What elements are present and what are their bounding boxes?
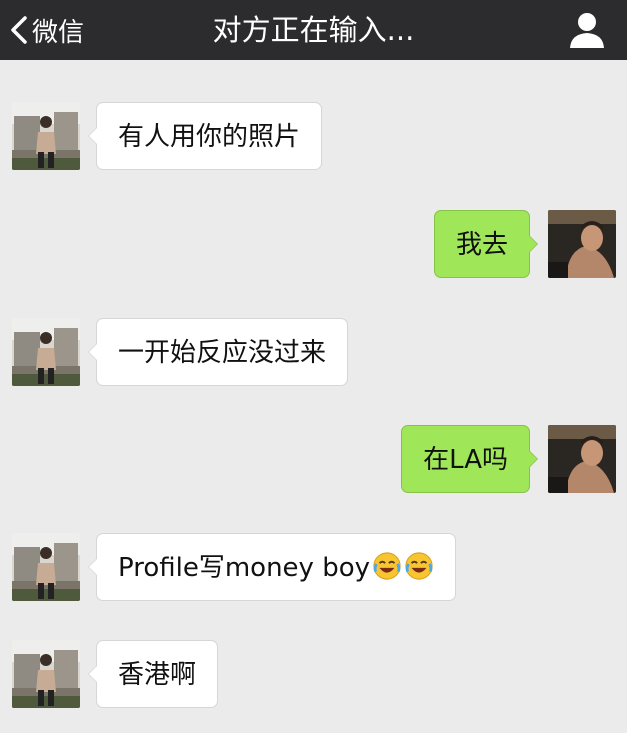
- contact-avatar[interactable]: [12, 640, 80, 708]
- message-text: 在LA吗: [423, 445, 508, 475]
- message-text: Profile写money boy: [118, 553, 371, 583]
- laughing-emoji-icon: [372, 551, 402, 581]
- contact-avatar[interactable]: [12, 318, 80, 386]
- chat-info-button[interactable]: [565, 8, 609, 52]
- message-bubble[interactable]: 香港啊: [87, 640, 219, 708]
- contact-avatar[interactable]: [12, 102, 80, 170]
- message-bubble[interactable]: 我去: [433, 210, 539, 278]
- message-bubble[interactable]: 有人用你的照片: [87, 102, 323, 170]
- message-bubble[interactable]: 在LA吗: [401, 425, 538, 493]
- message-text: 一开始反应没过来: [118, 338, 327, 368]
- message-text: 香港啊: [118, 660, 197, 690]
- message-text: 有人用你的照片: [118, 122, 301, 152]
- laughing-emoji-icon: [404, 551, 434, 581]
- message-bubble[interactable]: Profile写money boy: [87, 533, 457, 601]
- contact-avatar[interactable]: [12, 533, 80, 601]
- navigation-bar: 微信 对方正在输入...: [0, 0, 627, 60]
- my-avatar[interactable]: [548, 210, 616, 278]
- message-bubble[interactable]: 一开始反应没过来: [87, 318, 349, 386]
- page-title: 对方正在输入...: [212, 13, 415, 47]
- chat-area[interactable]: 有人用你的照片 我去 一开始反应没过来 在LA吗 Profile写money b: [0, 0, 627, 733]
- message-text: 我去: [455, 230, 508, 260]
- person-icon: [570, 13, 604, 48]
- my-avatar[interactable]: [548, 425, 616, 493]
